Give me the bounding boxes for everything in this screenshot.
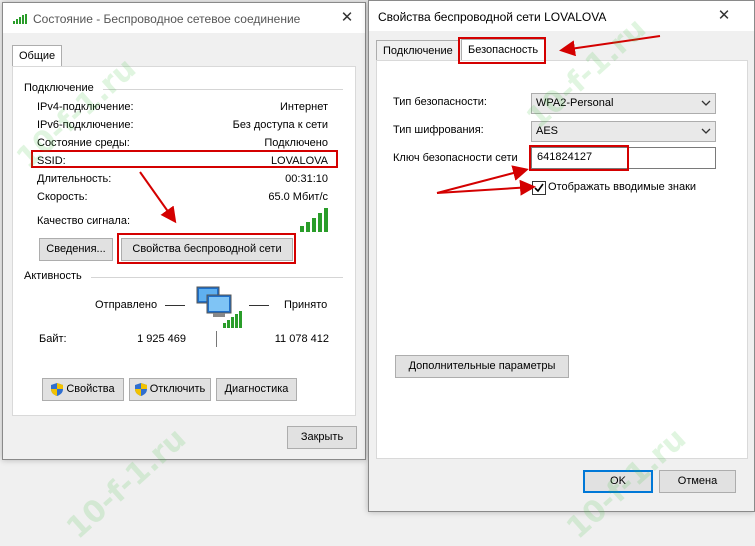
duration-label: Длительность: [37,173,112,185]
received-line [249,305,269,306]
advanced-settings-button[interactable]: Дополнительные параметры [395,355,569,378]
ipv6-label: IPv6-подключение: [37,119,134,131]
properties-titlebar: Свойства беспроводной сети LOVALOVA ✕ [369,1,754,31]
status-window-title: Состояние - Беспроводное сетевое соедине… [33,12,301,26]
properties-button[interactable]: Свойства [42,378,124,401]
security-key-label: Ключ безопасности сети [393,152,518,164]
sent-line [165,305,185,306]
chevron-down-icon [701,128,711,134]
media-state-value: Подключено [264,137,328,149]
bytes-label: Байт: [39,333,67,345]
properties-body: Подключение Безопасность Тип безопасност… [369,31,754,511]
close-button[interactable]: Закрыть [287,426,357,449]
group-divider [103,89,343,90]
ipv4-value: Интернет [280,101,328,113]
diagnose-button[interactable]: Диагностика [216,378,297,401]
speed-value: 65.0 Мбит/с [268,191,328,203]
ipv6-value: Без доступа к сети [232,119,328,131]
received-label: Принято [284,299,328,311]
status-titlebar: Состояние - Беспроводное сетевое соедине… [3,3,365,33]
activity-group-label: Активность [24,270,82,282]
ssid-highlight [31,150,338,168]
media-state-label: Состояние среды: [37,137,130,149]
signal-quality-label: Качество сигнала: [37,215,131,227]
disable-button-label: Отключить [149,383,206,395]
tab-general[interactable]: Общие [12,45,63,68]
encryption-type-value: AES [536,125,559,137]
encryption-type-select[interactable]: AES [531,121,716,142]
bytes-received-value: 11 078 412 [274,333,329,345]
speed-label: Скорость: [37,191,88,203]
signal-bars-icon [300,208,328,232]
close-icon[interactable]: ✕ [710,5,738,27]
show-characters-label: Отображать вводимые знаки [548,181,697,193]
wireless-properties-window: Свойства беспроводной сети LOVALOVA ✕ По… [368,0,755,512]
details-button[interactable]: Сведения... [39,238,113,261]
security-tab-highlight [458,37,546,64]
ipv4-label: IPv4-подключение: [37,101,134,113]
properties-button-label: Свойства [66,383,115,395]
key-highlight [529,145,629,171]
bytes-separator [216,331,217,347]
encryption-type-label: Тип шифрования: [393,124,484,136]
security-type-select[interactable]: WPA2-Personal [531,93,716,114]
cancel-button[interactable]: Отмена [659,470,736,493]
connection-group-label: Подключение [24,82,94,94]
disable-button[interactable]: Отключить [129,378,211,401]
properties-window-title: Свойства беспроводной сети LOVALOVA [378,10,607,24]
uac-shield-icon [134,382,147,396]
status-window: Состояние - Беспроводное сетевое соедине… [2,2,366,460]
wifi-signal-icon [13,14,27,24]
wireless-button-highlight [117,233,296,264]
tab-connection[interactable]: Подключение [376,40,460,62]
duration-value: 00:31:10 [285,173,328,185]
group-divider [91,277,343,278]
checkmark-icon [534,183,544,193]
ok-button[interactable]: OK [583,470,653,493]
network-computer-icon [196,286,242,328]
uac-shield-icon [51,382,64,396]
sent-label: Отправлено [95,299,158,311]
chevron-down-icon [701,100,711,106]
security-panel [376,60,748,459]
close-icon[interactable]: ✕ [333,7,361,29]
security-type-label: Тип безопасности: [393,96,487,108]
show-characters-checkbox[interactable] [532,181,546,195]
security-type-value: WPA2-Personal [536,97,614,109]
bytes-sent-value: 1 925 469 [137,333,186,345]
